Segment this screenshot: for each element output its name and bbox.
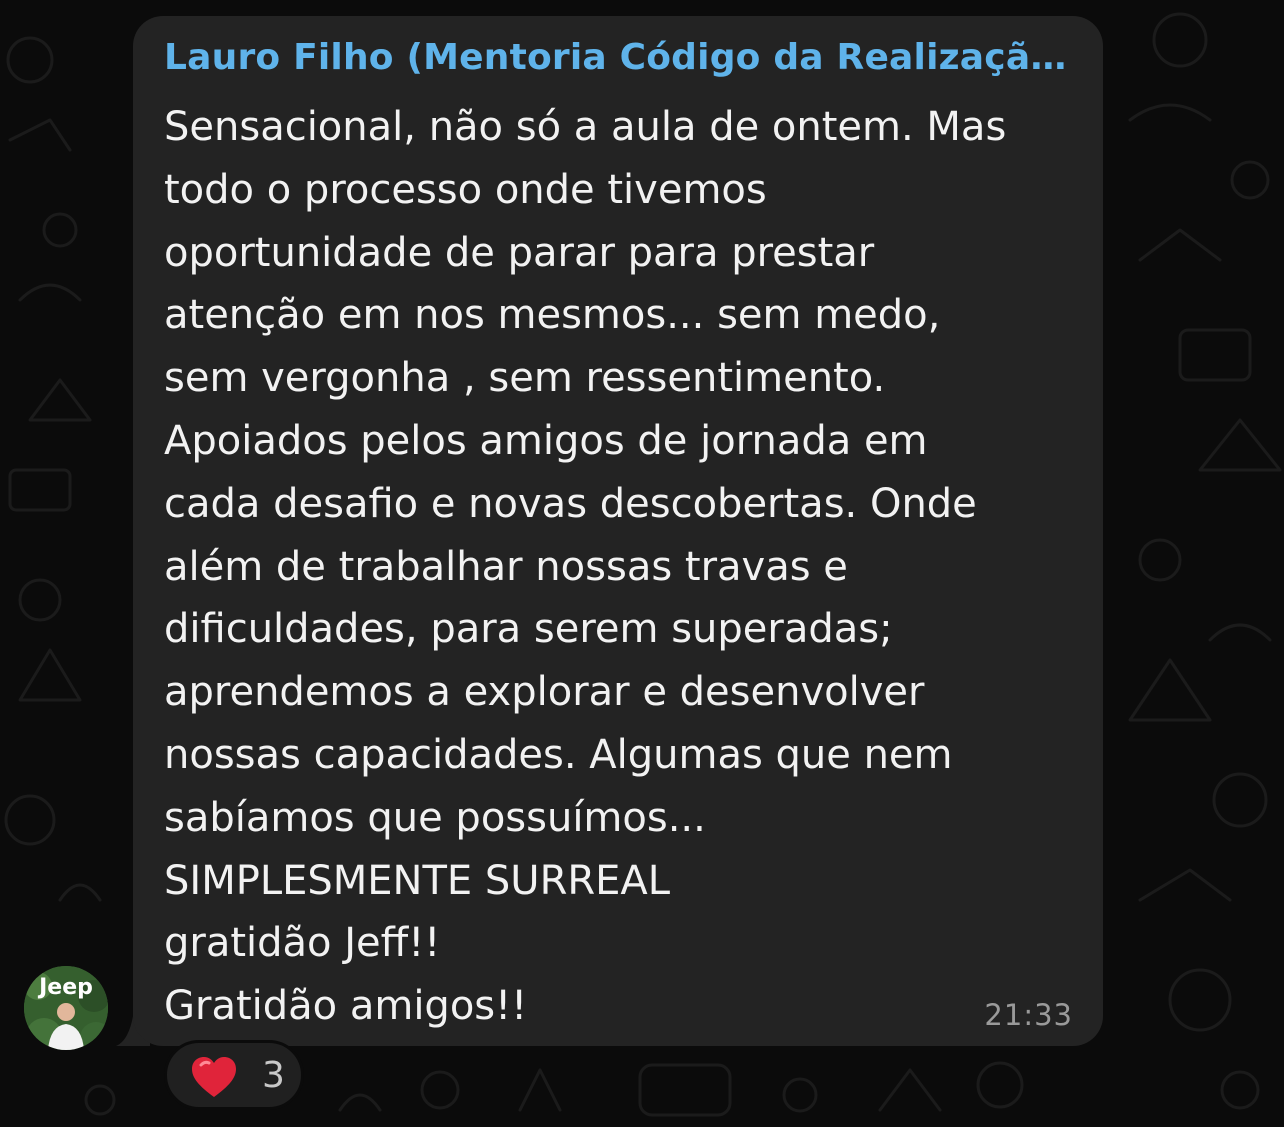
avatar-photo: Jeep — [24, 966, 108, 1050]
message-line: todo o processo onde tivemos — [164, 166, 767, 213]
message-text: Sensacional, não só a aula de ontem. Mas… — [164, 96, 1084, 1038]
message-line: Gratidão amigos!! — [164, 983, 528, 1030]
avatar-logo-text: Jeep — [37, 975, 93, 1000]
message-line: cada desafio e novas descobertas. Onde — [164, 480, 977, 527]
message-line: Apoiados pelos amigos de jornada em — [164, 417, 928, 464]
message-line: sabíamos que possuímos... — [164, 794, 706, 841]
avatar[interactable]: Jeep — [24, 966, 108, 1050]
message-line: oportunidade de parar para prestar — [164, 229, 875, 276]
message-line: Sensacional, não só a aula de ontem. Mas — [164, 104, 1007, 150]
message-timestamp: 21:33 — [984, 998, 1073, 1032]
message-line: SIMPLESMENTE SURREAL — [164, 857, 671, 904]
message-line: nossas capacidades. Algumas que nem — [164, 731, 953, 778]
message-line: sem vergonha , sem ressentimento. — [164, 355, 886, 402]
message-bubble[interactable]: Lauro Filho (Mentoria Código da Realizaç… — [133, 16, 1103, 1046]
heart-icon — [192, 1057, 236, 1097]
reaction-count: 3 — [262, 1055, 285, 1096]
sender-name[interactable]: Lauro Filho (Mentoria Código da Realizaç… — [164, 38, 1074, 78]
reaction-badge[interactable]: 3 — [164, 1040, 304, 1110]
message-line: dificuldades, para serem superadas; — [164, 606, 893, 653]
message-line: atenção em nos mesmos... sem medo, — [164, 292, 941, 339]
message-line: gratidão Jeff!! — [164, 920, 441, 967]
message-line: além de trabalhar nossas travas e — [164, 543, 848, 590]
message-line: aprendemos a explorar e desenvolver — [164, 669, 925, 716]
